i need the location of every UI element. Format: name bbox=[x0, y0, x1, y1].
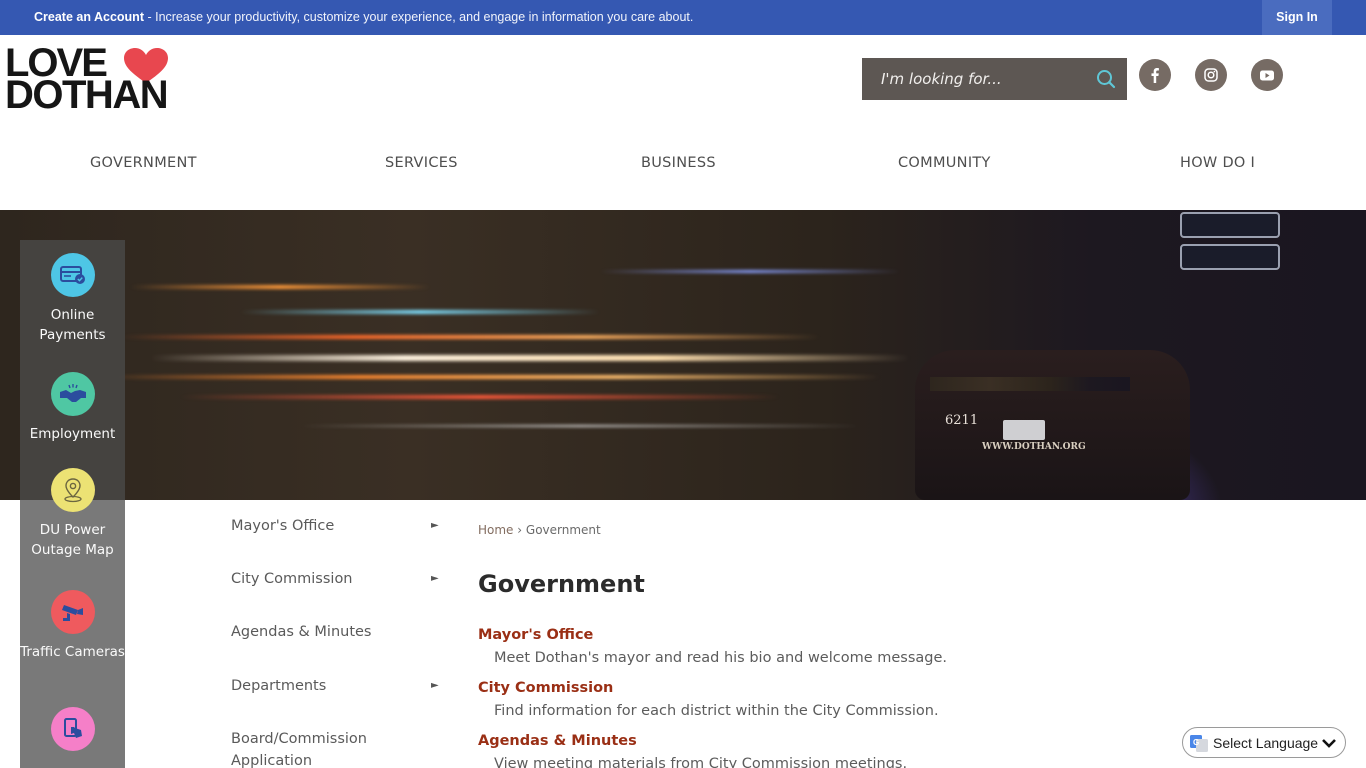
nav-community[interactable]: COMMUNITY bbox=[898, 155, 991, 171]
quick-link-du-power-outage-map[interactable]: DU Power Outage Map bbox=[20, 468, 125, 560]
nav-government[interactable]: GOVERNMENT bbox=[90, 155, 197, 171]
security-camera-icon bbox=[61, 605, 83, 621]
light-streak bbox=[600, 270, 900, 273]
subnav-label: Board/Commission Application bbox=[231, 731, 367, 768]
subnav-label: Agendas & Minutes bbox=[231, 624, 372, 640]
license-plate bbox=[1003, 420, 1045, 440]
instagram-icon bbox=[1204, 68, 1218, 82]
credit-card-icon bbox=[59, 266, 85, 284]
subnav-mayors-office[interactable]: Mayor's Office ► bbox=[231, 515, 446, 537]
handshake-icon bbox=[59, 384, 86, 402]
entry-description: Meet Dothan's mayor and read his bio and… bbox=[494, 650, 948, 666]
svg-text:G: G bbox=[1193, 738, 1199, 747]
instagram-button[interactable] bbox=[1195, 59, 1227, 91]
create-account-description: - Increase your productivity, customize … bbox=[143, 10, 694, 24]
tail-light bbox=[930, 377, 1130, 391]
subnav-agendas-minutes[interactable]: Agendas & Minutes bbox=[231, 621, 446, 643]
site-search bbox=[862, 58, 1127, 100]
car-url: WWW.DOTHAN.ORG bbox=[982, 442, 1086, 452]
light-streak bbox=[150, 355, 910, 361]
quick-link-circle bbox=[50, 590, 95, 634]
subnav-departments[interactable]: Departments ► bbox=[231, 675, 446, 697]
select-language-label: Select Language bbox=[1213, 735, 1319, 751]
top-announcement-bar: Create an Account - Increase your produc… bbox=[0, 0, 1366, 35]
expand-arrow-icon[interactable]: ► bbox=[431, 515, 439, 537]
subnav-label: City Commission bbox=[231, 571, 353, 587]
quick-link-mobile-app[interactable] bbox=[20, 707, 125, 751]
google-translate-icon: G bbox=[1190, 735, 1208, 752]
search-input[interactable] bbox=[862, 58, 1087, 100]
quick-links-sidebar: Online Payments Employment DU Power Outa… bbox=[20, 240, 125, 768]
facebook-button[interactable] bbox=[1139, 59, 1171, 91]
light-streak bbox=[130, 285, 430, 289]
select-language-dropdown[interactable]: G Select Language bbox=[1182, 727, 1346, 758]
mobile-tap-icon bbox=[63, 718, 82, 738]
quick-link-circle bbox=[50, 468, 95, 512]
quick-link-label: DU Power Outage Map bbox=[31, 522, 114, 558]
quick-link-label: Online Payments bbox=[39, 307, 106, 343]
quick-link-employment[interactable]: Employment bbox=[20, 372, 125, 444]
quick-link-circle bbox=[50, 372, 95, 416]
nav-services[interactable]: SERVICES bbox=[385, 155, 458, 171]
subnav-label: Departments bbox=[231, 678, 327, 694]
youtube-icon bbox=[1260, 70, 1274, 80]
entry-title-city-commission[interactable]: City Commission bbox=[478, 680, 613, 696]
breadcrumb-home[interactable]: Home bbox=[478, 523, 513, 537]
expand-arrow-icon[interactable]: ► bbox=[431, 568, 439, 590]
breadcrumb: Home › Government bbox=[478, 523, 601, 537]
quick-link-label: Traffic Cameras bbox=[20, 644, 125, 660]
entry-title-agendas-minutes[interactable]: Agendas & Minutes bbox=[478, 733, 637, 749]
quick-link-label: Employment bbox=[29, 426, 116, 442]
nav-business[interactable]: BUSINESS bbox=[641, 155, 716, 171]
quick-link-circle bbox=[50, 707, 95, 751]
expand-arrow-icon[interactable]: ► bbox=[431, 675, 439, 697]
hero-banner-image bbox=[0, 210, 1366, 500]
sign-in-button[interactable]: Sign In bbox=[1262, 0, 1332, 35]
entry-title-mayors-office[interactable]: Mayor's Office bbox=[478, 627, 593, 643]
map-pin-icon bbox=[63, 478, 82, 503]
logo-text-dothan: DOTHAN bbox=[5, 73, 169, 117]
love-dothan-logo[interactable]: LOVE DOTHAN bbox=[5, 43, 205, 117]
street-sign bbox=[1180, 212, 1280, 238]
entry-description: View meeting materials from City Commiss… bbox=[494, 756, 908, 768]
subnav-label: Mayor's Office bbox=[231, 518, 335, 534]
nav-how-do-i[interactable]: HOW DO I bbox=[1180, 155, 1255, 171]
quick-link-circle bbox=[50, 253, 95, 297]
breadcrumb-current: Government bbox=[525, 523, 601, 537]
subnav-city-commission[interactable]: City Commission ► bbox=[231, 568, 446, 590]
light-streak bbox=[120, 335, 820, 339]
search-icon[interactable] bbox=[1095, 68, 1117, 90]
create-account-message: Create an Account - Increase your produc… bbox=[34, 10, 693, 24]
page-title: Government bbox=[478, 570, 645, 598]
quick-link-traffic-cameras[interactable]: Traffic Cameras bbox=[20, 590, 125, 662]
car-number: 6211 bbox=[945, 413, 979, 428]
facebook-icon bbox=[1151, 68, 1159, 83]
youtube-button[interactable] bbox=[1251, 59, 1283, 91]
light-streak bbox=[240, 310, 600, 314]
one-way-sign bbox=[1180, 244, 1280, 270]
chevron-down-icon bbox=[1322, 739, 1336, 748]
main-navigation: GOVERNMENT SERVICES BUSINESS COMMUNITY H… bbox=[0, 145, 1366, 185]
light-streak bbox=[100, 375, 880, 379]
entry-description: Find information for each district withi… bbox=[494, 703, 939, 719]
light-streak bbox=[180, 395, 780, 399]
quick-link-online-payments[interactable]: Online Payments bbox=[20, 253, 125, 345]
subnav-board-commission-application[interactable]: Board/Commission Application bbox=[231, 728, 401, 768]
light-streak bbox=[300, 425, 860, 427]
breadcrumb-separator: › bbox=[517, 523, 523, 537]
create-account-link[interactable]: Create an Account bbox=[34, 10, 144, 24]
